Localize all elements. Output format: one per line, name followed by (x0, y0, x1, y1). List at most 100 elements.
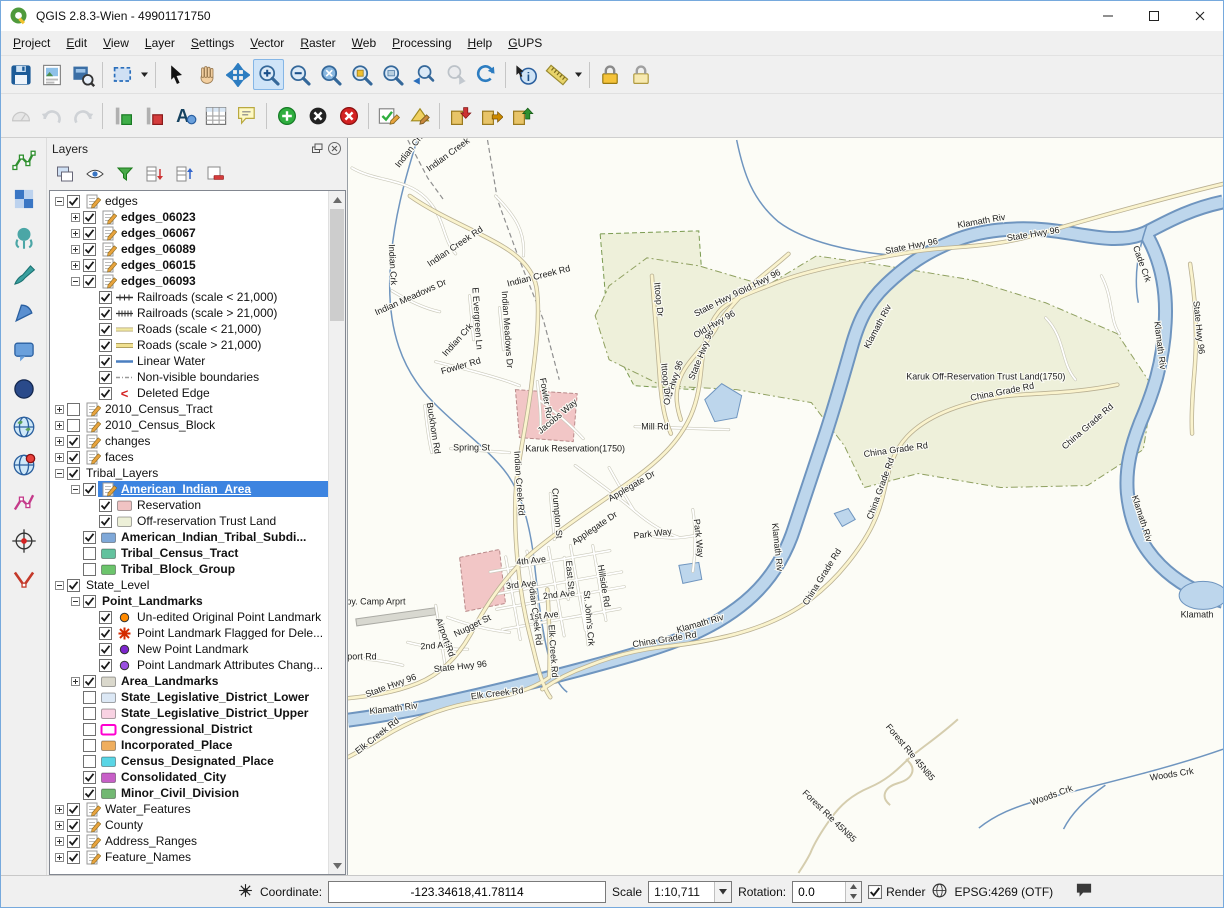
layer-name[interactable]: State_Legislative_District_Lower (121, 690, 309, 704)
layer-tree-row[interactable]: Incorporated_Place (50, 737, 328, 753)
menu-item-settings[interactable]: Settings (183, 32, 242, 54)
layer-tree-row[interactable]: Off-reservation Trust Land (50, 513, 328, 529)
layer-name[interactable]: faces (105, 450, 134, 464)
layer-tree-row[interactable]: edges_06023 (50, 209, 328, 225)
layer-tree-row[interactable]: edges_06089 (50, 241, 328, 257)
collapse-expander-icon[interactable] (53, 469, 66, 478)
layer-name[interactable]: Tribal_Block_Group (121, 562, 235, 576)
layer-name[interactable]: 2010_Census_Block (105, 418, 215, 432)
layer-visibility-checkbox[interactable] (99, 387, 112, 400)
layer-name[interactable]: Un-edited Original Point Landmark (137, 610, 321, 624)
layer-tree-row[interactable]: Congressional_District (50, 721, 328, 737)
layer-tree-row[interactable]: New Point Landmark (50, 641, 328, 657)
layer-visibility-checkbox[interactable] (99, 339, 112, 352)
layer-visibility-checkbox[interactable] (67, 835, 80, 848)
layer-visibility-checkbox[interactable] (83, 723, 96, 736)
layer-visibility-checkbox[interactable] (67, 435, 80, 448)
menu-item-view[interactable]: View (95, 32, 137, 54)
scale-calibrate-button[interactable] (5, 100, 36, 131)
geocode-address-tool[interactable] (7, 410, 41, 443)
collapse-expander-icon[interactable] (53, 581, 66, 590)
layer-visibility-checkbox[interactable] (67, 195, 80, 208)
zoom-to-selection-button[interactable] (346, 59, 377, 90)
layer-visibility-checkbox[interactable] (99, 307, 112, 320)
layers-scrollbar[interactable] (328, 191, 345, 874)
layer-tree-row[interactable]: Non-visible boundaries (50, 369, 328, 385)
filter-legend-button[interactable] (112, 162, 137, 187)
layer-name[interactable]: Point Landmark Flagged for Dele... (137, 626, 323, 640)
layer-name[interactable]: Point Landmark Attributes Chang... (137, 658, 323, 672)
map-tips-button[interactable] (231, 100, 262, 131)
layer-tree-row[interactable]: Un-edited Original Point Landmark (50, 609, 328, 625)
pan-to-selection-button[interactable] (222, 59, 253, 90)
expand-expander-icon[interactable] (53, 853, 66, 862)
expand-expander-icon[interactable] (53, 421, 66, 430)
layer-visibility-checkbox[interactable] (83, 595, 96, 608)
layer-visibility-checkbox[interactable] (99, 499, 112, 512)
layer-tree-row[interactable]: State_Legislative_District_Lower (50, 689, 328, 705)
delete-vertex-tool[interactable] (7, 562, 41, 595)
layer-tree-row[interactable]: 2010_Census_Tract (50, 401, 328, 417)
layer-visibility-checkbox[interactable] (83, 547, 96, 560)
collapse-expander-icon[interactable] (69, 597, 82, 606)
tracking-icon[interactable] (237, 882, 254, 902)
layer-visibility-checkbox[interactable] (67, 419, 80, 432)
layer-visibility-checkbox[interactable] (99, 355, 112, 368)
measure-button[interactable] (541, 59, 572, 90)
geometry-review-button[interactable] (404, 100, 435, 131)
close-button[interactable] (1177, 2, 1223, 31)
layer-tree-row[interactable]: Point Landmark Attributes Chang... (50, 657, 328, 673)
composer-manager-button[interactable] (67, 59, 98, 90)
log-messages-icon[interactable] (1075, 882, 1093, 901)
rotation-down-arrow[interactable] (846, 892, 861, 902)
layer-visibility-checkbox[interactable] (83, 211, 96, 224)
expand-expander-icon[interactable] (53, 821, 66, 830)
pan-map-button[interactable] (191, 59, 222, 90)
layer-name[interactable]: Address_Ranges (105, 834, 197, 848)
layer-tree-row[interactable]: Tribal_Census_Tract (50, 545, 328, 561)
layer-name[interactable]: American_Indian_Area (121, 482, 251, 496)
menu-item-layer[interactable]: Layer (137, 32, 183, 54)
add-point-landmark-button[interactable] (271, 100, 302, 131)
layer-tree-row[interactable]: Roads (scale < 21,000) (50, 321, 328, 337)
layer-tree-row[interactable]: Railroads (scale < 21,000) (50, 289, 328, 305)
manage-visibility-button[interactable] (82, 162, 107, 187)
collapse-expander-icon[interactable] (69, 485, 82, 494)
delete-point-landmark-button[interactable] (302, 100, 333, 131)
layer-visibility-checkbox[interactable] (83, 771, 96, 784)
layer-tree-row[interactable]: State_Level (50, 577, 328, 593)
zoom-in-button[interactable] (253, 59, 284, 90)
identify-features-button[interactable]: i (510, 59, 541, 90)
layer-tree-row[interactable]: <Deleted Edge (50, 385, 328, 401)
crs-globe-icon[interactable] (931, 882, 948, 902)
minimize-button[interactable] (1085, 2, 1131, 31)
expand-all-button[interactable] (142, 162, 167, 187)
layer-tree-row[interactable]: changes (50, 433, 328, 449)
close-panel-button[interactable] (326, 141, 342, 157)
rotation-spinbox[interactable] (792, 881, 862, 903)
locate-place-tool[interactable] (7, 448, 41, 481)
layer-visibility-checkbox[interactable] (67, 467, 80, 480)
import-project-button[interactable] (506, 100, 537, 131)
zoom-full-button[interactable] (315, 59, 346, 90)
scale-combobox[interactable]: 1:10,711 (648, 881, 732, 903)
layer-visibility-checkbox[interactable] (83, 707, 96, 720)
zoom-out-button[interactable] (284, 59, 315, 90)
layer-name[interactable]: Off-reservation Trust Land (137, 514, 276, 528)
layer-name[interactable]: State_Legislative_District_Upper (121, 706, 308, 720)
menu-item-processing[interactable]: Processing (384, 32, 459, 54)
layer-visibility-checkbox[interactable] (99, 643, 112, 656)
layer-tree-row[interactable]: Roads (scale > 21,000) (50, 337, 328, 353)
maximize-button[interactable] (1131, 2, 1177, 31)
menu-item-help[interactable]: Help (460, 32, 501, 54)
layer-name[interactable]: Feature_Names (105, 850, 191, 864)
select-features-button[interactable] (107, 59, 138, 90)
layer-tree-row[interactable]: State_Legislative_District_Upper (50, 705, 328, 721)
scale-dropdown-icon[interactable] (714, 882, 731, 902)
layer-visibility-checkbox[interactable] (83, 755, 96, 768)
zoom-next-button[interactable] (439, 59, 470, 90)
lock-layers-button[interactable] (625, 59, 656, 90)
layer-tree-row[interactable]: Census_Designated_Place (50, 753, 328, 769)
layer-tree-row[interactable]: Point Landmark Flagged for Dele... (50, 625, 328, 641)
layer-name[interactable]: Railroads (scale > 21,000) (137, 306, 277, 320)
